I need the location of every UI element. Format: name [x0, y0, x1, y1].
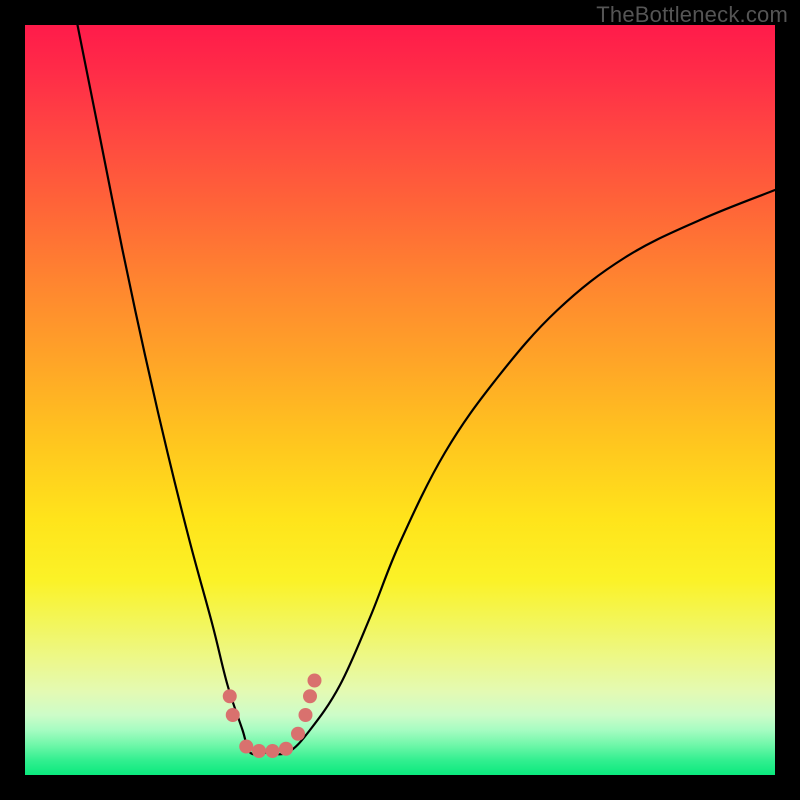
highlight-dot	[223, 689, 237, 703]
watermark-text: TheBottleneck.com	[596, 2, 788, 28]
highlight-dot	[303, 689, 317, 703]
highlight-dot	[266, 744, 280, 758]
highlight-dot	[299, 708, 313, 722]
highlight-dot	[239, 740, 253, 754]
plot-area	[25, 25, 775, 775]
bottleneck-curve	[78, 25, 776, 754]
highlight-dot	[308, 674, 322, 688]
highlight-dots	[223, 674, 322, 759]
highlight-dot	[226, 708, 240, 722]
highlight-dot	[291, 727, 305, 741]
highlight-dot	[252, 744, 266, 758]
highlight-dot	[279, 742, 293, 756]
curve-layer	[25, 25, 775, 775]
chart-frame: TheBottleneck.com	[0, 0, 800, 800]
